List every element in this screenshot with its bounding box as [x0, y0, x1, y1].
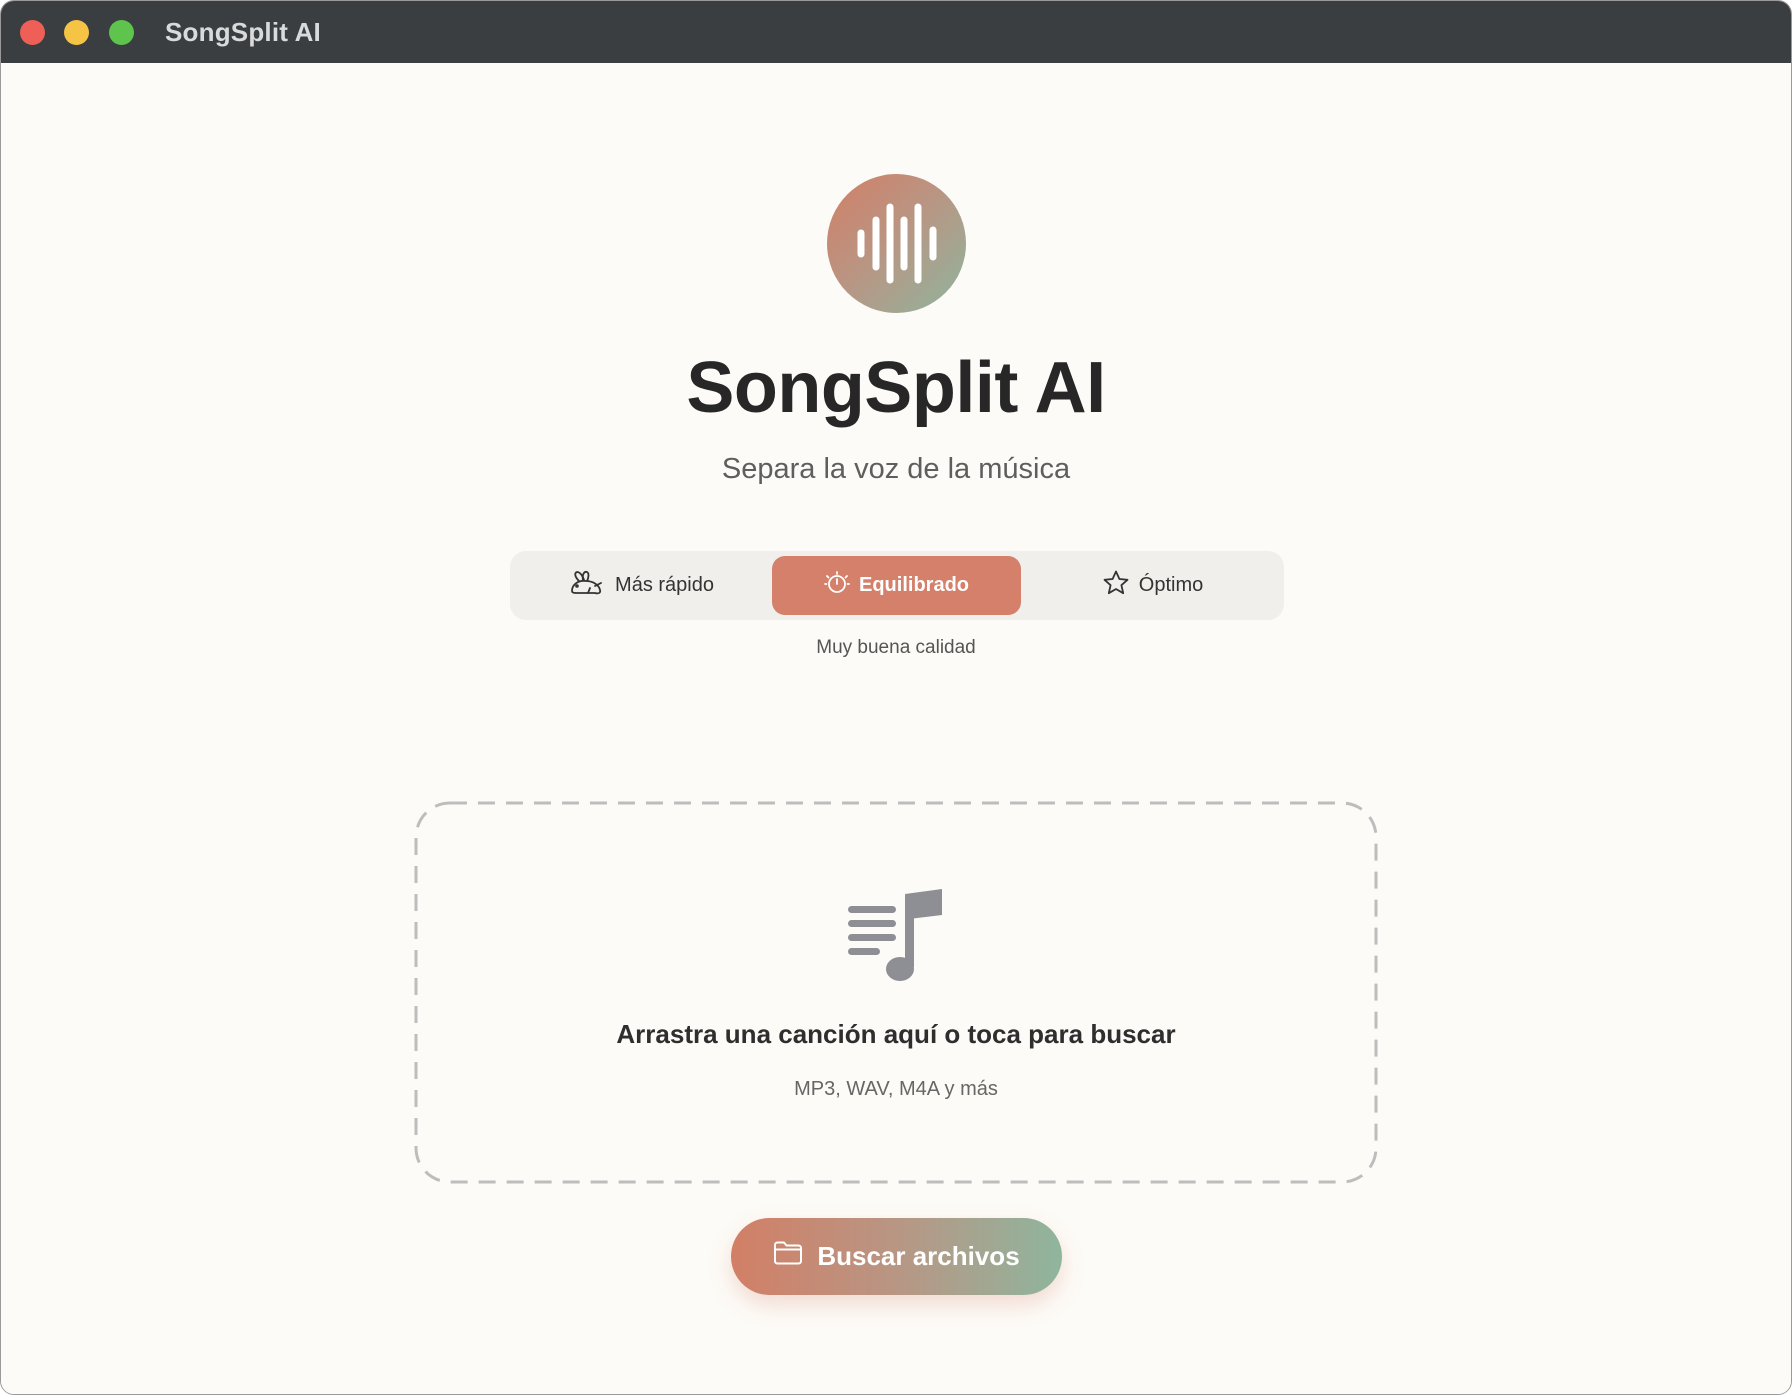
- app-subtitle: Separa la voz de la música: [721, 453, 1071, 485]
- waveform-icon: [857, 203, 937, 284]
- minimize-window-button[interactable]: [64, 20, 89, 45]
- main-content: SongSplit AI Separa la voz de la música: [1, 63, 1791, 1394]
- app-window: SongSplit AI SongSplit AI Separa la voz …: [0, 0, 1792, 1395]
- dropzone-border: [414, 801, 1378, 1184]
- quality-option-fast[interactable]: Más rápido: [516, 556, 766, 615]
- star-icon: [1102, 569, 1130, 603]
- quality-option-label: Más rápido: [615, 574, 714, 596]
- folder-icon: [773, 1240, 803, 1273]
- app-title: SongSplit AI: [686, 348, 1106, 428]
- maximize-window-button[interactable]: [109, 20, 134, 45]
- title-bar: SongSplit AI: [1, 1, 1791, 64]
- close-window-button[interactable]: [20, 20, 45, 45]
- browse-files-button[interactable]: Buscar archivos: [731, 1218, 1062, 1295]
- quality-option-label: Óptimo: [1138, 574, 1204, 596]
- window-title: SongSplit AI: [165, 17, 321, 47]
- quality-option-label: Equilibrado: [859, 574, 969, 596]
- quality-description: Muy buena calidad: [816, 637, 976, 658]
- quality-option-balanced[interactable]: Equilibrado: [772, 556, 1021, 615]
- rabbit-icon: [568, 569, 606, 603]
- music-list-icon: [848, 889, 944, 990]
- file-dropzone[interactable]: Arrastra una canción aquí o toca para bu…: [414, 801, 1378, 1184]
- browse-files-label: Buscar archivos: [817, 1241, 1020, 1271]
- app-logo: [827, 174, 966, 313]
- dropzone-formats: MP3, WAV, M4A y más: [794, 1078, 998, 1100]
- quality-option-optimal[interactable]: Óptimo: [1027, 556, 1278, 615]
- timer-icon: [824, 570, 850, 602]
- dropzone-title: Arrastra una canción aquí o toca para bu…: [616, 1019, 1176, 1049]
- quality-selector: Más rápido Equilibrado Óptimo: [510, 551, 1284, 620]
